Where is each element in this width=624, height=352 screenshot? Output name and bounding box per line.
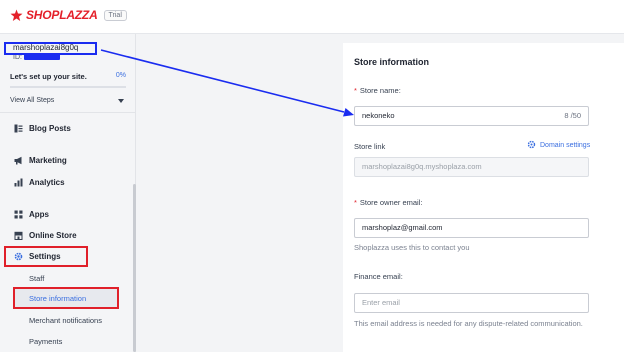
sidebar: marshoplazai8g0q ID: Let's set up your s… (0, 34, 136, 352)
store-information-card: Store information * Store name: nekoneko … (343, 43, 624, 352)
finance-email-helper: This email address is needed for any dis… (354, 319, 583, 328)
owner-email-field-label: * Store owner email: (354, 198, 422, 207)
sidebar-subitem-store-information[interactable]: Store information (13, 287, 119, 309)
sidebar-item-online-store[interactable]: Online Store (14, 231, 77, 240)
gear-icon (527, 140, 536, 151)
top-bar: SHOPLAZZA Trial (0, 0, 624, 34)
store-id: ID: (13, 54, 60, 61)
store-name-label-text: Store name: (359, 86, 401, 95)
store-name-annotation-box (4, 42, 97, 55)
sidebar-item-apps[interactable]: Apps (14, 210, 49, 219)
view-all-steps-label: View All Steps (10, 97, 55, 104)
redaction-mark (23, 54, 60, 61)
finance-email-label: Finance email: (354, 272, 403, 281)
sidebar-item-marketing[interactable]: Marketing (14, 156, 67, 165)
sidebar-subitem-staff[interactable]: Staff (29, 274, 44, 283)
sidebar-scrollbar[interactable] (133, 184, 136, 352)
settings-annotation-box (4, 246, 88, 267)
shoplazza-logo-icon (10, 9, 23, 22)
caret-down-icon (118, 99, 124, 103)
sidebar-subitem-payments[interactable]: Payments (29, 337, 62, 346)
setup-percent: 0% (115, 72, 126, 79)
setup-progress-bar (10, 86, 126, 88)
storefront-icon (14, 231, 23, 240)
blog-icon (14, 124, 23, 133)
store-name-field-label: * Store name: (354, 86, 401, 95)
bar-chart-icon (14, 178, 23, 187)
view-all-steps-toggle[interactable]: View All Steps (10, 97, 126, 104)
sidebar-item-label: Analytics (29, 178, 65, 187)
required-marker: * (354, 198, 357, 207)
sidebar-subitem-label: Store information (29, 294, 87, 303)
store-link-label: Store link (354, 142, 386, 151)
sidebar-item-blog-posts[interactable]: Blog Posts (14, 124, 71, 133)
megaphone-icon (14, 156, 23, 165)
store-name-value: nekoneko (362, 111, 395, 120)
owner-email-input[interactable]: marshoplaz@gmail.com (354, 218, 589, 238)
sidebar-item-label: Marketing (29, 156, 67, 165)
owner-email-label-text: Store owner email: (359, 198, 423, 207)
setup-progress-title: Let's set up your site. 0% (10, 72, 126, 81)
setup-title: Let's set up your site. (10, 72, 87, 81)
brand-name: SHOPLAZZA (26, 8, 98, 22)
finance-email-input[interactable]: Enter email (354, 293, 589, 313)
brand-logo[interactable]: SHOPLAZZA Trial (10, 8, 127, 22)
sidebar-subitem-merchant-notifications[interactable]: Merchant notifications (29, 316, 102, 325)
character-counter: 8 /50 (564, 111, 581, 120)
owner-email-helper: Shoplazza uses this to contact you (354, 243, 470, 252)
domain-settings-label: Domain settings (540, 142, 591, 149)
sidebar-item-label: Apps (29, 210, 49, 219)
store-name-input[interactable]: nekoneko 8 /50 (354, 106, 589, 126)
sidebar-item-label: Blog Posts (29, 124, 71, 133)
apps-grid-icon (14, 210, 23, 219)
required-marker: * (354, 86, 357, 95)
domain-settings-link[interactable]: Domain settings (527, 140, 590, 151)
sidebar-item-label: Online Store (29, 231, 77, 240)
sidebar-item-analytics[interactable]: Analytics (14, 178, 65, 187)
store-id-label: ID: (13, 54, 22, 61)
page-title: Store information (354, 57, 430, 67)
store-link-input: marshoplazai8g0q.myshoplaza.com (354, 157, 589, 177)
trial-badge: Trial (103, 9, 127, 21)
sidebar-divider (0, 112, 136, 113)
